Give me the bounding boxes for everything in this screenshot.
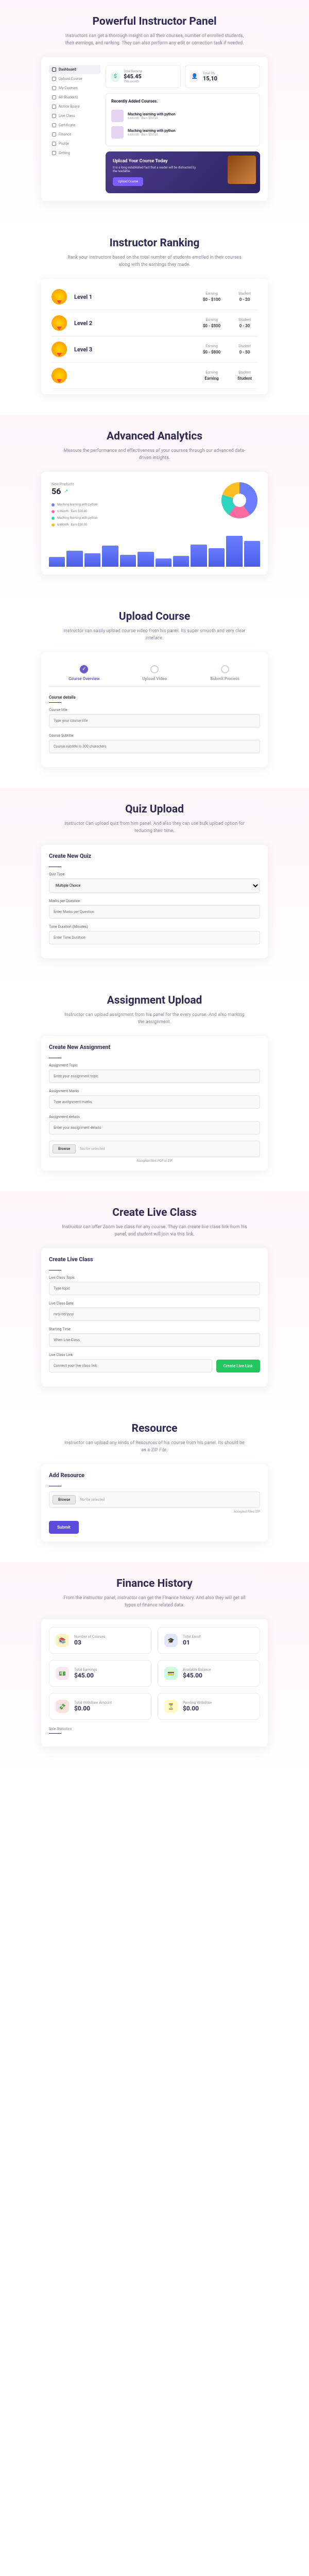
submit-button[interactable]: Submit <box>49 1521 79 1534</box>
course-subtitle-input[interactable] <box>49 740 260 753</box>
dollar-icon: $ <box>110 72 121 82</box>
menu-icon <box>52 67 56 72</box>
sidebar-item[interactable]: Certificate <box>49 121 100 130</box>
upload-tab[interactable]: Upload Video <box>119 660 190 686</box>
menu-icon <box>52 151 56 155</box>
menu-icon <box>52 77 56 81</box>
bar-chart <box>49 536 260 567</box>
upload-tab[interactable]: Course Overview <box>49 660 119 686</box>
file-upload[interactable]: Browse No file selected <box>49 1141 260 1157</box>
menu-icon <box>52 86 56 90</box>
finance-stat: 📚Number of Courses03 <box>49 1627 151 1654</box>
cta-image <box>228 156 256 184</box>
course-item[interactable]: Maching learning with python6 Month · Ea… <box>111 108 254 124</box>
rank-badge-icon <box>52 342 67 357</box>
resource-desc: Instructor can upload any kinds of Resou… <box>62 1440 247 1454</box>
upload-title: Upload Course <box>10 611 299 623</box>
resource-title: Resource <box>10 1422 299 1435</box>
resource-upload[interactable]: Browse No file selected <box>49 1492 260 1508</box>
sidebar-item[interactable]: My Courses <box>49 83 100 93</box>
rank-row: EarningEarningStudentStudent <box>52 363 258 389</box>
quiz-title: Quiz Upload <box>10 803 299 816</box>
menu-icon <box>52 132 56 137</box>
upload-course-button[interactable]: Upload Course <box>113 177 143 186</box>
students-stat: 👤 Total Stu 15,10 <box>185 65 260 88</box>
legend-item: 6 Month · Earn $20.00 <box>52 521 215 528</box>
donut-chart <box>221 482 258 518</box>
sidebar-item[interactable]: Live Class <box>49 111 100 121</box>
upload-desc: Instructor can easily upload course vide… <box>62 628 247 642</box>
ranking-desc: Rank your instructors based on the total… <box>62 255 247 268</box>
finance-stat: 💳Available Balance$45.00 <box>158 1660 260 1687</box>
live-topic-input[interactable] <box>49 1282 260 1295</box>
sidebar-item[interactable]: Profile <box>49 139 100 148</box>
ranking-title: Instructor Ranking <box>10 237 299 249</box>
rank-badge-icon <box>52 368 67 383</box>
duration-input[interactable] <box>49 931 260 944</box>
assignment-topic-input[interactable] <box>49 1070 260 1083</box>
earning-stat: $ Total Earning $45.45 This month <box>106 65 181 88</box>
finance-title: Finance History <box>10 1578 299 1590</box>
live-link-input[interactable] <box>49 1359 212 1372</box>
menu-icon <box>52 142 56 146</box>
course-thumb <box>111 126 124 139</box>
rank-row: Level 2Earning$0 - $500Student0 - 30 <box>52 310 258 336</box>
sidebar-item[interactable]: Notice Board <box>49 102 100 111</box>
rank-row: Level 1Earning$0 - $100Student0 - 20 <box>52 284 258 310</box>
menu-icon <box>52 114 56 118</box>
rank-badge-icon <box>52 289 67 304</box>
recent-courses: Recently Added Courses. Maching learning… <box>106 93 260 146</box>
marks-input[interactable] <box>49 905 260 919</box>
sidebar-item[interactable]: Upload Course <box>49 74 100 83</box>
analytics-desc: Measure the performance and effectivenes… <box>62 448 247 462</box>
finance-icon: 💸 <box>56 1700 69 1713</box>
menu-icon <box>52 95 56 99</box>
assignment-marks-input[interactable] <box>49 1095 260 1109</box>
finance-stat: 🎓Total Enroll01 <box>158 1627 260 1654</box>
legend-item: Maching learning with python <box>52 515 215 521</box>
analytics-title: Advanced Analytics <box>10 430 299 443</box>
assignment-desc: Instructor can upload assignment from hi… <box>62 1012 247 1026</box>
sidebar-item[interactable]: All Students <box>49 93 100 102</box>
assignment-details-input[interactable] <box>49 1121 260 1134</box>
course-title-input[interactable] <box>49 714 260 727</box>
rank-row: Level 3Earning$0 - $800Student0 - 50 <box>52 336 258 363</box>
liveclass-title: Create Live Class <box>10 1207 299 1219</box>
finance-icon: 📚 <box>56 1634 69 1647</box>
sidebar-item[interactable]: Finance <box>49 130 100 139</box>
browse-button[interactable]: Browse <box>53 1144 76 1154</box>
assignment-title: Assignment Upload <box>10 994 299 1007</box>
finance-desc: From the instructor panel, instructor ca… <box>62 1595 247 1609</box>
sidebar-item[interactable]: Setting <box>49 148 100 158</box>
panel-title: Powerful Instructor Panel <box>10 15 299 28</box>
finance-icon: 💵 <box>56 1667 69 1680</box>
create-live-link-button[interactable]: Create Live Link <box>216 1360 260 1372</box>
course-item[interactable]: Maching learning with python6 Month · Ea… <box>111 124 254 141</box>
upload-cta: Upload Your Course Today It is a long es… <box>106 151 260 193</box>
legend-item: 6 Month · Earn $20.00 <box>52 508 215 515</box>
trend-up-icon: ↗ <box>64 489 68 494</box>
finance-stat: 💸Total Withdraw Amount$0.00 <box>49 1693 151 1720</box>
user-icon: 👤 <box>190 72 200 82</box>
finance-stat: 💵Total Earnings$45.00 <box>49 1660 151 1687</box>
live-time-input[interactable] <box>49 1333 260 1347</box>
menu-icon <box>52 105 56 109</box>
menu-icon <box>52 123 56 127</box>
course-thumb <box>111 110 124 122</box>
live-date-input[interactable] <box>49 1308 260 1321</box>
sidebar: DashboardUpload CourseMy CoursesAll Stud… <box>49 65 100 193</box>
browse-button[interactable]: Browse <box>53 1495 76 1504</box>
liveclass-desc: Instructor can offer Zoom live class for… <box>62 1224 247 1238</box>
quiz-desc: Instructor Can upload quiz from him pane… <box>62 821 247 835</box>
finance-icon: 🎓 <box>164 1634 178 1647</box>
legend-item: Maching learning with python <box>52 501 215 508</box>
finance-icon: 💳 <box>164 1667 178 1680</box>
panel-desc: Instructors can get a thorough insight o… <box>62 33 247 47</box>
rank-badge-icon <box>52 315 67 331</box>
upload-tab[interactable]: Submit Process <box>190 660 260 686</box>
finance-stat: ⏳Pending Withdraw$0.00 <box>158 1693 260 1720</box>
sidebar-item[interactable]: Dashboard <box>49 65 100 74</box>
finance-icon: ⏳ <box>164 1700 178 1713</box>
quiz-type-select[interactable]: Multiple Choice <box>49 878 260 893</box>
